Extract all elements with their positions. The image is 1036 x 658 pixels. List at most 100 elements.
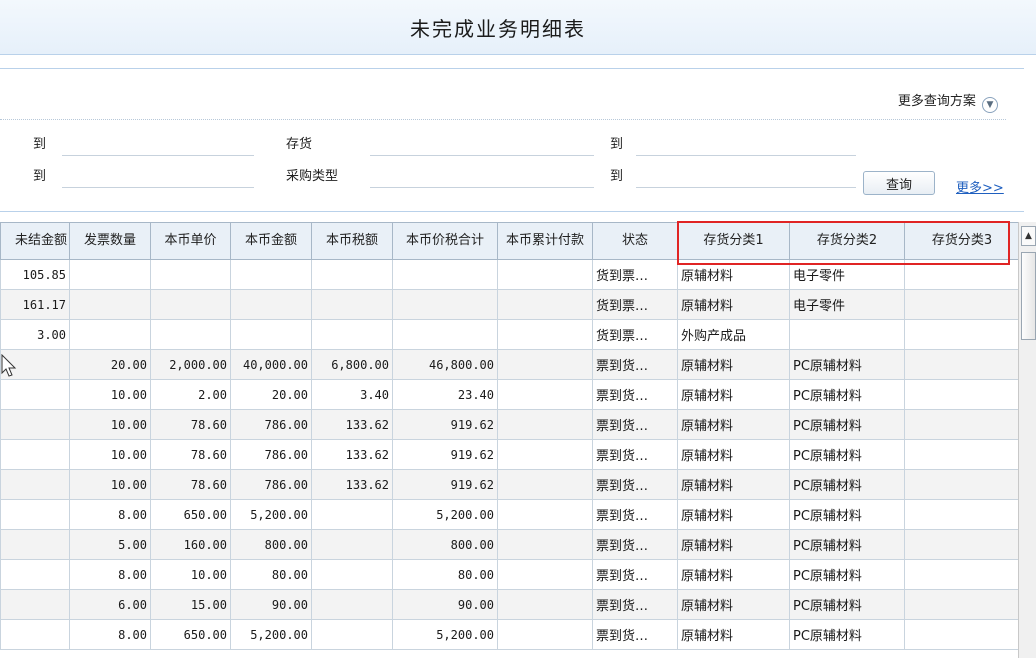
- table-cell[interactable]: [904, 469, 1020, 500]
- table-cell[interactable]: [0, 469, 70, 500]
- table-row[interactable]: 10.00 78.60 786.00 133.62 919.62 票到货… 原辅材料 PC原辅…: [0, 439, 1020, 470]
- table-cell[interactable]: 919.62: [392, 409, 498, 440]
- purchase-type-end-field[interactable]: [636, 187, 856, 188]
- table-cell[interactable]: 8.00: [69, 499, 151, 530]
- table-cell[interactable]: [0, 589, 70, 620]
- table-cell[interactable]: PC原辅材料: [789, 499, 905, 530]
- table-cell[interactable]: 电子零件: [789, 259, 905, 290]
- table-cell[interactable]: [497, 259, 593, 290]
- table-cell[interactable]: 货到票…: [592, 259, 678, 290]
- table-cell[interactable]: 919.62: [392, 469, 498, 500]
- table-cell[interactable]: 原辅材料: [677, 619, 790, 650]
- table-cell[interactable]: 6,800.00: [311, 349, 393, 380]
- table-cell[interactable]: [904, 619, 1020, 650]
- table-row[interactable]: 20.00 2,000.00 40,000.00 6,800.00 46,800.00 票…: [0, 349, 1020, 380]
- table-cell[interactable]: 原辅材料: [677, 559, 790, 590]
- table-cell[interactable]: 6.00: [69, 589, 151, 620]
- table-cell[interactable]: [311, 559, 393, 590]
- table-cell[interactable]: 票到货…: [592, 439, 678, 470]
- table-cell[interactable]: PC原辅材料: [789, 409, 905, 440]
- table-cell[interactable]: 票到货…: [592, 469, 678, 500]
- table-cell[interactable]: [0, 559, 70, 590]
- table-cell[interactable]: 90.00: [392, 589, 498, 620]
- table-cell[interactable]: 票到货…: [592, 559, 678, 590]
- table-cell[interactable]: [392, 289, 498, 320]
- table-cell[interactable]: 80.00: [230, 559, 312, 590]
- table-cell[interactable]: 23.40: [392, 379, 498, 410]
- table-cell[interactable]: 电子零件: [789, 289, 905, 320]
- table-cell[interactable]: 票到货…: [592, 499, 678, 530]
- table-cell[interactable]: 票到货…: [592, 379, 678, 410]
- table-cell[interactable]: [497, 379, 593, 410]
- table-cell[interactable]: [904, 559, 1020, 590]
- table-cell[interactable]: [904, 319, 1020, 350]
- table-cell[interactable]: 650.00: [150, 499, 231, 530]
- table-cell[interactable]: 5,200.00: [230, 499, 312, 530]
- col-header-inventory-class-1[interactable]: 存货分类1: [677, 222, 790, 260]
- table-cell[interactable]: PC原辅材料: [789, 469, 905, 500]
- table-cell[interactable]: 10.00: [150, 559, 231, 590]
- table-cell[interactable]: 160.00: [150, 529, 231, 560]
- table-cell[interactable]: [392, 319, 498, 350]
- table-cell[interactable]: 5,200.00: [392, 619, 498, 650]
- table-cell[interactable]: [904, 589, 1020, 620]
- table-cell[interactable]: [311, 319, 393, 350]
- col-header-total-incl-tax[interactable]: 本币价税合计: [392, 222, 498, 260]
- table-cell[interactable]: [311, 589, 393, 620]
- table-cell[interactable]: 原辅材料: [677, 529, 790, 560]
- table-cell[interactable]: PC原辅材料: [789, 529, 905, 560]
- table-cell[interactable]: [497, 559, 593, 590]
- table-cell[interactable]: 原辅材料: [677, 289, 790, 320]
- table-row[interactable]: 8.00 10.00 80.00 80.00 票到货… 原辅材料 PC原辅材料: [0, 559, 1020, 590]
- table-cell[interactable]: [497, 499, 593, 530]
- table-cell[interactable]: [0, 529, 70, 560]
- table-row[interactable]: 10.00 2.00 20.00 3.40 23.40 票到货… 原辅材料 PC原辅材料: [0, 379, 1020, 410]
- table-cell[interactable]: [497, 619, 593, 650]
- table-cell[interactable]: 20.00: [69, 349, 151, 380]
- table-cell[interactable]: [69, 289, 151, 320]
- chevron-down-icon[interactable]: ▼: [982, 97, 998, 113]
- table-cell[interactable]: 3.40: [311, 379, 393, 410]
- table-cell[interactable]: [392, 259, 498, 290]
- table-cell[interactable]: 919.62: [392, 439, 498, 470]
- table-cell[interactable]: 800.00: [230, 529, 312, 560]
- col-header-amount[interactable]: 本币金额: [230, 222, 312, 260]
- table-cell[interactable]: [904, 289, 1020, 320]
- table-cell[interactable]: PC原辅材料: [789, 349, 905, 380]
- table-cell[interactable]: [69, 319, 151, 350]
- col-header-status[interactable]: 状态: [592, 222, 678, 260]
- table-row[interactable]: 3.00 货到票… 外购产成品: [0, 319, 1020, 350]
- table-cell[interactable]: [789, 319, 905, 350]
- more-query-schemes[interactable]: 更多查询方案 ▼: [898, 90, 998, 113]
- table-cell[interactable]: [497, 529, 593, 560]
- table-cell[interactable]: 10.00: [69, 439, 151, 470]
- table-row[interactable]: 10.00 78.60 786.00 133.62 919.62 票到货… 原辅材料 PC原辅…: [0, 409, 1020, 440]
- table-cell[interactable]: [311, 529, 393, 560]
- table-cell[interactable]: 133.62: [311, 409, 393, 440]
- table-cell[interactable]: 80.00: [392, 559, 498, 590]
- table-cell[interactable]: [0, 409, 70, 440]
- table-cell[interactable]: 原辅材料: [677, 589, 790, 620]
- table-cell[interactable]: [230, 259, 312, 290]
- table-cell[interactable]: 原辅材料: [677, 439, 790, 470]
- table-cell[interactable]: 票到货…: [592, 529, 678, 560]
- table-cell[interactable]: [497, 439, 593, 470]
- range-end-field[interactable]: [62, 155, 254, 156]
- query-button[interactable]: 查询: [863, 171, 935, 195]
- table-cell[interactable]: 票到货…: [592, 349, 678, 380]
- table-cell[interactable]: 5.00: [69, 529, 151, 560]
- table-cell[interactable]: 786.00: [230, 469, 312, 500]
- table-cell[interactable]: [904, 409, 1020, 440]
- table-cell[interactable]: 外购产成品: [677, 319, 790, 350]
- table-cell[interactable]: 原辅材料: [677, 469, 790, 500]
- col-header-tax[interactable]: 本币税额: [311, 222, 393, 260]
- table-cell[interactable]: 货到票…: [592, 289, 678, 320]
- table-cell[interactable]: 3.00: [0, 319, 70, 350]
- table-cell[interactable]: PC原辅材料: [789, 589, 905, 620]
- table-cell[interactable]: 原辅材料: [677, 349, 790, 380]
- col-header-invoice-qty[interactable]: 发票数量: [69, 222, 151, 260]
- scroll-up-icon[interactable]: ▲: [1021, 226, 1036, 246]
- more-link[interactable]: 更多>>: [956, 177, 1004, 196]
- col-header-inventory-class-3[interactable]: 存货分类3: [904, 222, 1020, 260]
- vertical-scrollbar[interactable]: ▲: [1018, 222, 1036, 658]
